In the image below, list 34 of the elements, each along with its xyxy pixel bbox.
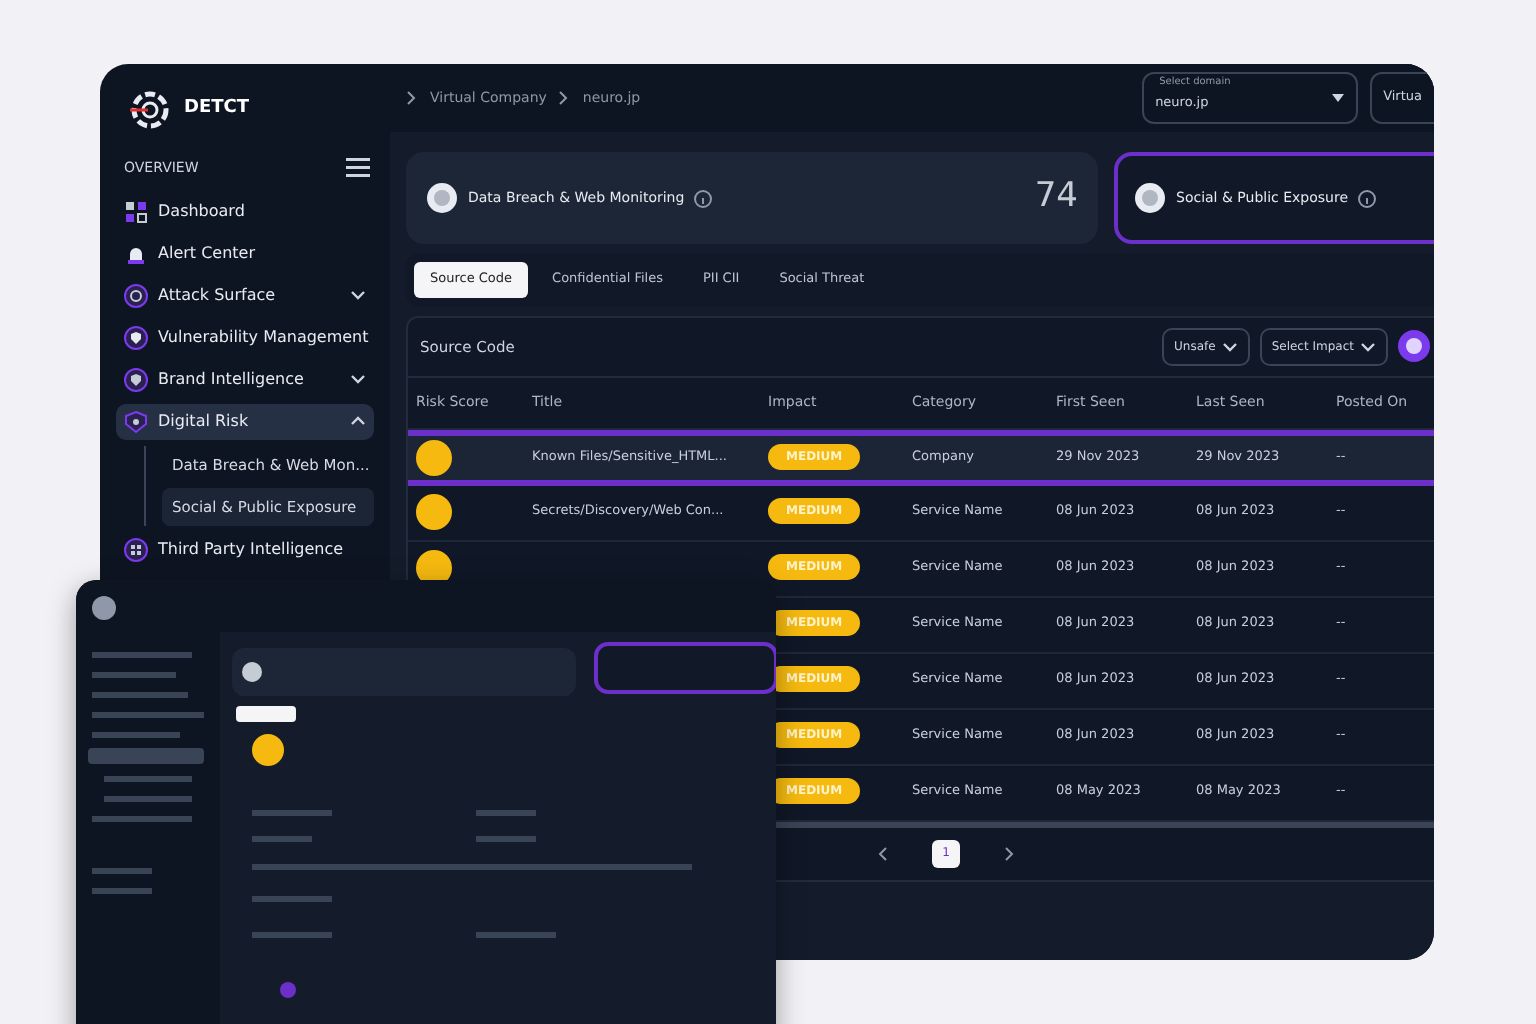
caret-down-icon [1331, 94, 1344, 102]
disc-icon [1134, 182, 1166, 214]
card-count: 74 [1034, 174, 1078, 221]
crosshair-logo-icon [128, 88, 172, 132]
shield-icon [124, 367, 148, 391]
sidebar-item[interactable]: Digital Risk [116, 403, 374, 439]
risk-score-icon [416, 494, 452, 531]
menu-icon [346, 158, 370, 179]
chevron-left-icon [876, 845, 888, 862]
grid-icon [124, 538, 148, 562]
grid-icon [124, 199, 148, 223]
chevron-right-icon [406, 90, 418, 106]
shield-icon [124, 409, 148, 433]
risk-score-icon [416, 439, 452, 476]
disc-icon [426, 182, 458, 214]
chevron-down-icon [1221, 339, 1238, 354]
sidebar-item[interactable]: Attack Surface [116, 277, 374, 313]
chevron-right-icon [558, 90, 571, 106]
sidebar-item[interactable]: Alert Center [116, 235, 374, 271]
chevron-down-icon [350, 288, 366, 302]
sidebar-item[interactable]: Vulnerability Management [116, 319, 374, 355]
info-icon [694, 189, 713, 207]
filter-button-icon [1398, 330, 1430, 363]
sidebar-item[interactable]: Brand Intelligence [116, 361, 374, 397]
sidebar-item[interactable]: Dashboard [116, 193, 374, 229]
chevron-down-icon [1360, 339, 1376, 354]
shield-icon [124, 325, 148, 349]
chevron-right-icon [1004, 845, 1016, 862]
info-icon [1358, 189, 1377, 207]
brand-name: DETCT [184, 96, 250, 123]
chevron-up-icon [350, 414, 366, 428]
sidebar-item[interactable]: Third Party Intelligence [116, 532, 374, 568]
target-icon [124, 283, 148, 307]
chevron-down-icon [350, 372, 366, 386]
